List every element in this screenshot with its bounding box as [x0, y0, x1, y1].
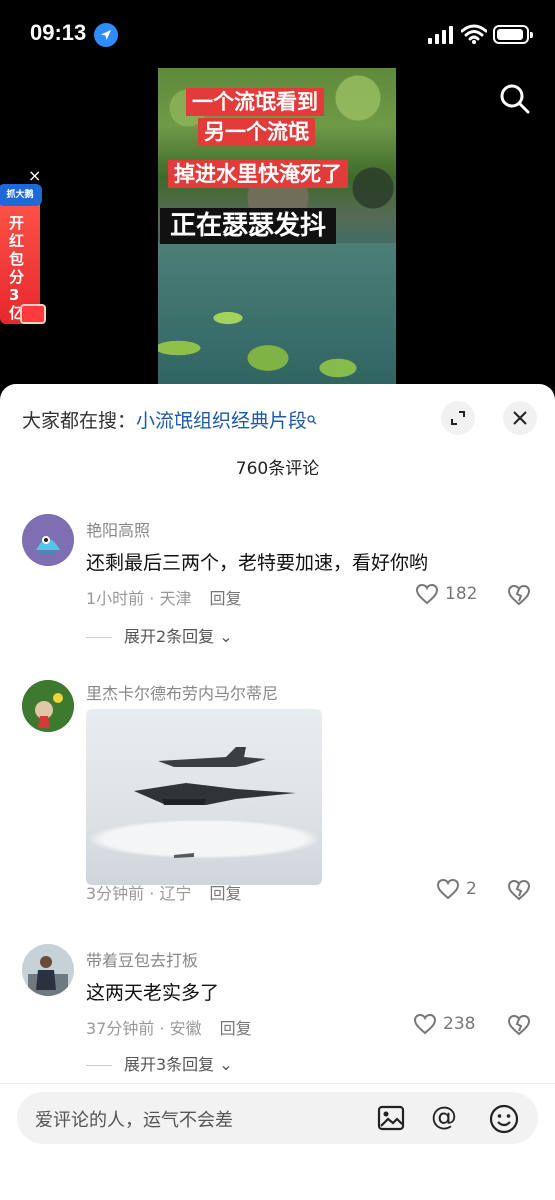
location-arrow-icon: [94, 23, 118, 47]
like-button[interactable]: 182: [415, 583, 477, 605]
expand-sheet-button[interactable]: [441, 401, 475, 435]
avatar-image: [22, 680, 74, 732]
red-packet-promo[interactable]: 抓大鹅 开红包分3亿: [0, 184, 46, 324]
like-button[interactable]: 2: [436, 878, 477, 900]
video-caption-2: 另一个流氓: [198, 118, 315, 146]
reply-button[interactable]: 回复: [209, 884, 241, 903]
comment-item: 带着豆包去打板 这两天老实多了 37分钟前 · 安徽 回复 238 展开3条回复 …: [0, 944, 555, 1084]
hot-search-keyword[interactable]: 小流氓组织经典片段: [136, 410, 307, 432]
wifi-icon: [461, 24, 487, 44]
comment-time-location: 37分钟前 · 安徽: [86, 1019, 202, 1038]
expand-replies-button[interactable]: 展开3条回复 ⌄: [86, 1051, 233, 1075]
comment-meta: 3分钟前 · 辽宁 回复: [86, 880, 241, 904]
expand-icon: [451, 411, 465, 425]
video-caption-1: 一个流氓看到: [186, 88, 324, 116]
divider-line: [86, 637, 112, 638]
expand-replies-label: 展开3条回复: [124, 1055, 215, 1074]
comment-time-location: 3分钟前 · 辽宁: [86, 884, 192, 903]
chevron-down-icon: ⌄: [219, 627, 233, 646]
broken-heart-icon[interactable]: [507, 584, 531, 606]
like-count: 2: [466, 879, 477, 899]
reply-button[interactable]: 回复: [209, 589, 241, 608]
avatar-image: [22, 944, 74, 996]
hot-search-prefix: 大家都在搜：: [22, 410, 137, 432]
heart-icon: [415, 583, 439, 605]
comment-item: 艳阳高照 还剩最后三两个，老特要加速，看好你哟 1小时前 · 天津 回复 182 …: [0, 514, 555, 654]
input-divider: [0, 1083, 555, 1084]
battery-icon: [493, 25, 533, 44]
reply-button[interactable]: 回复: [220, 1019, 252, 1038]
broken-heart-icon[interactable]: [507, 1014, 531, 1036]
divider-line: [86, 1065, 112, 1066]
comment-meta: 37分钟前 · 安徽 回复: [86, 1015, 252, 1039]
like-count: 182: [445, 584, 478, 604]
jet-silhouettes-image: [134, 747, 296, 858]
comment-text: 这两天老实多了: [86, 982, 220, 1004]
video-foreground-leaves: [158, 278, 396, 388]
heart-icon: [413, 1013, 437, 1035]
comment-username[interactable]: 里杰卡尔德布劳内马尔蒂尼: [86, 680, 278, 704]
comment-time-location: 1小时前 · 天津: [86, 589, 192, 608]
comment-input-placeholder: 爱评论的人，运气不会差: [35, 1110, 233, 1131]
expand-replies-button[interactable]: 展开2条回复 ⌄: [86, 623, 233, 647]
image-icon[interactable]: [377, 1105, 405, 1131]
avatar[interactable]: [22, 944, 74, 996]
comment-item: 里杰卡尔德布劳内马尔蒂尼 3分钟前 · 辽宁 回复 2: [0, 680, 555, 920]
avatar-image: [22, 514, 74, 566]
cellular-signal-icon: [428, 26, 453, 44]
video-player[interactable]: 一个流氓看到 另一个流氓 掉进水里快淹死了 正在瑟瑟发抖: [158, 68, 396, 388]
small-search-icon: [307, 408, 317, 425]
close-sheet-button[interactable]: [503, 401, 537, 435]
search-icon[interactable]: [498, 82, 532, 116]
comment-input[interactable]: 爱评论的人，运气不会差 @: [17, 1092, 538, 1144]
avatar[interactable]: [22, 514, 74, 566]
comment-username[interactable]: 带着豆包去打板: [86, 947, 198, 971]
comment-username[interactable]: 艳阳高照: [86, 517, 150, 541]
comment-meta: 1小时前 · 天津 回复: [86, 585, 241, 609]
hot-search-bar[interactable]: 大家都在搜：小流氓组织经典片段: [22, 406, 317, 433]
promo-badge: 抓大鹅: [0, 184, 42, 206]
expand-replies-label: 展开2条回复: [124, 627, 215, 646]
heart-icon: [436, 878, 460, 900]
chevron-down-icon: ⌄: [219, 1055, 233, 1074]
comment-image[interactable]: [86, 709, 322, 885]
comment-count: 760条评论: [235, 459, 320, 479]
at-mention-icon[interactable]: @: [431, 1102, 457, 1132]
comment-text: 还剩最后三两个，老特要加速，看好你哟: [86, 552, 429, 574]
comment-sheet: 大家都在搜：小流氓组织经典片段 760条评论 艳阳高照 还剩最后三两个，老特要加…: [0, 384, 555, 1200]
status-bar: 09:13: [0, 0, 555, 70]
promo-close-icon[interactable]: ×: [28, 166, 41, 185]
avatar[interactable]: [22, 680, 74, 732]
broken-heart-icon[interactable]: [507, 879, 531, 901]
close-icon: [513, 411, 527, 425]
like-button[interactable]: 238: [413, 1013, 475, 1035]
like-count: 238: [443, 1014, 476, 1034]
video-caption-4: 正在瑟瑟发抖: [160, 208, 337, 244]
emoji-icon[interactable]: [489, 1104, 519, 1134]
red-envelope-icon: [20, 304, 46, 324]
status-time: 09:13: [30, 20, 87, 45]
video-caption-3: 掉进水里快淹死了: [168, 160, 348, 188]
